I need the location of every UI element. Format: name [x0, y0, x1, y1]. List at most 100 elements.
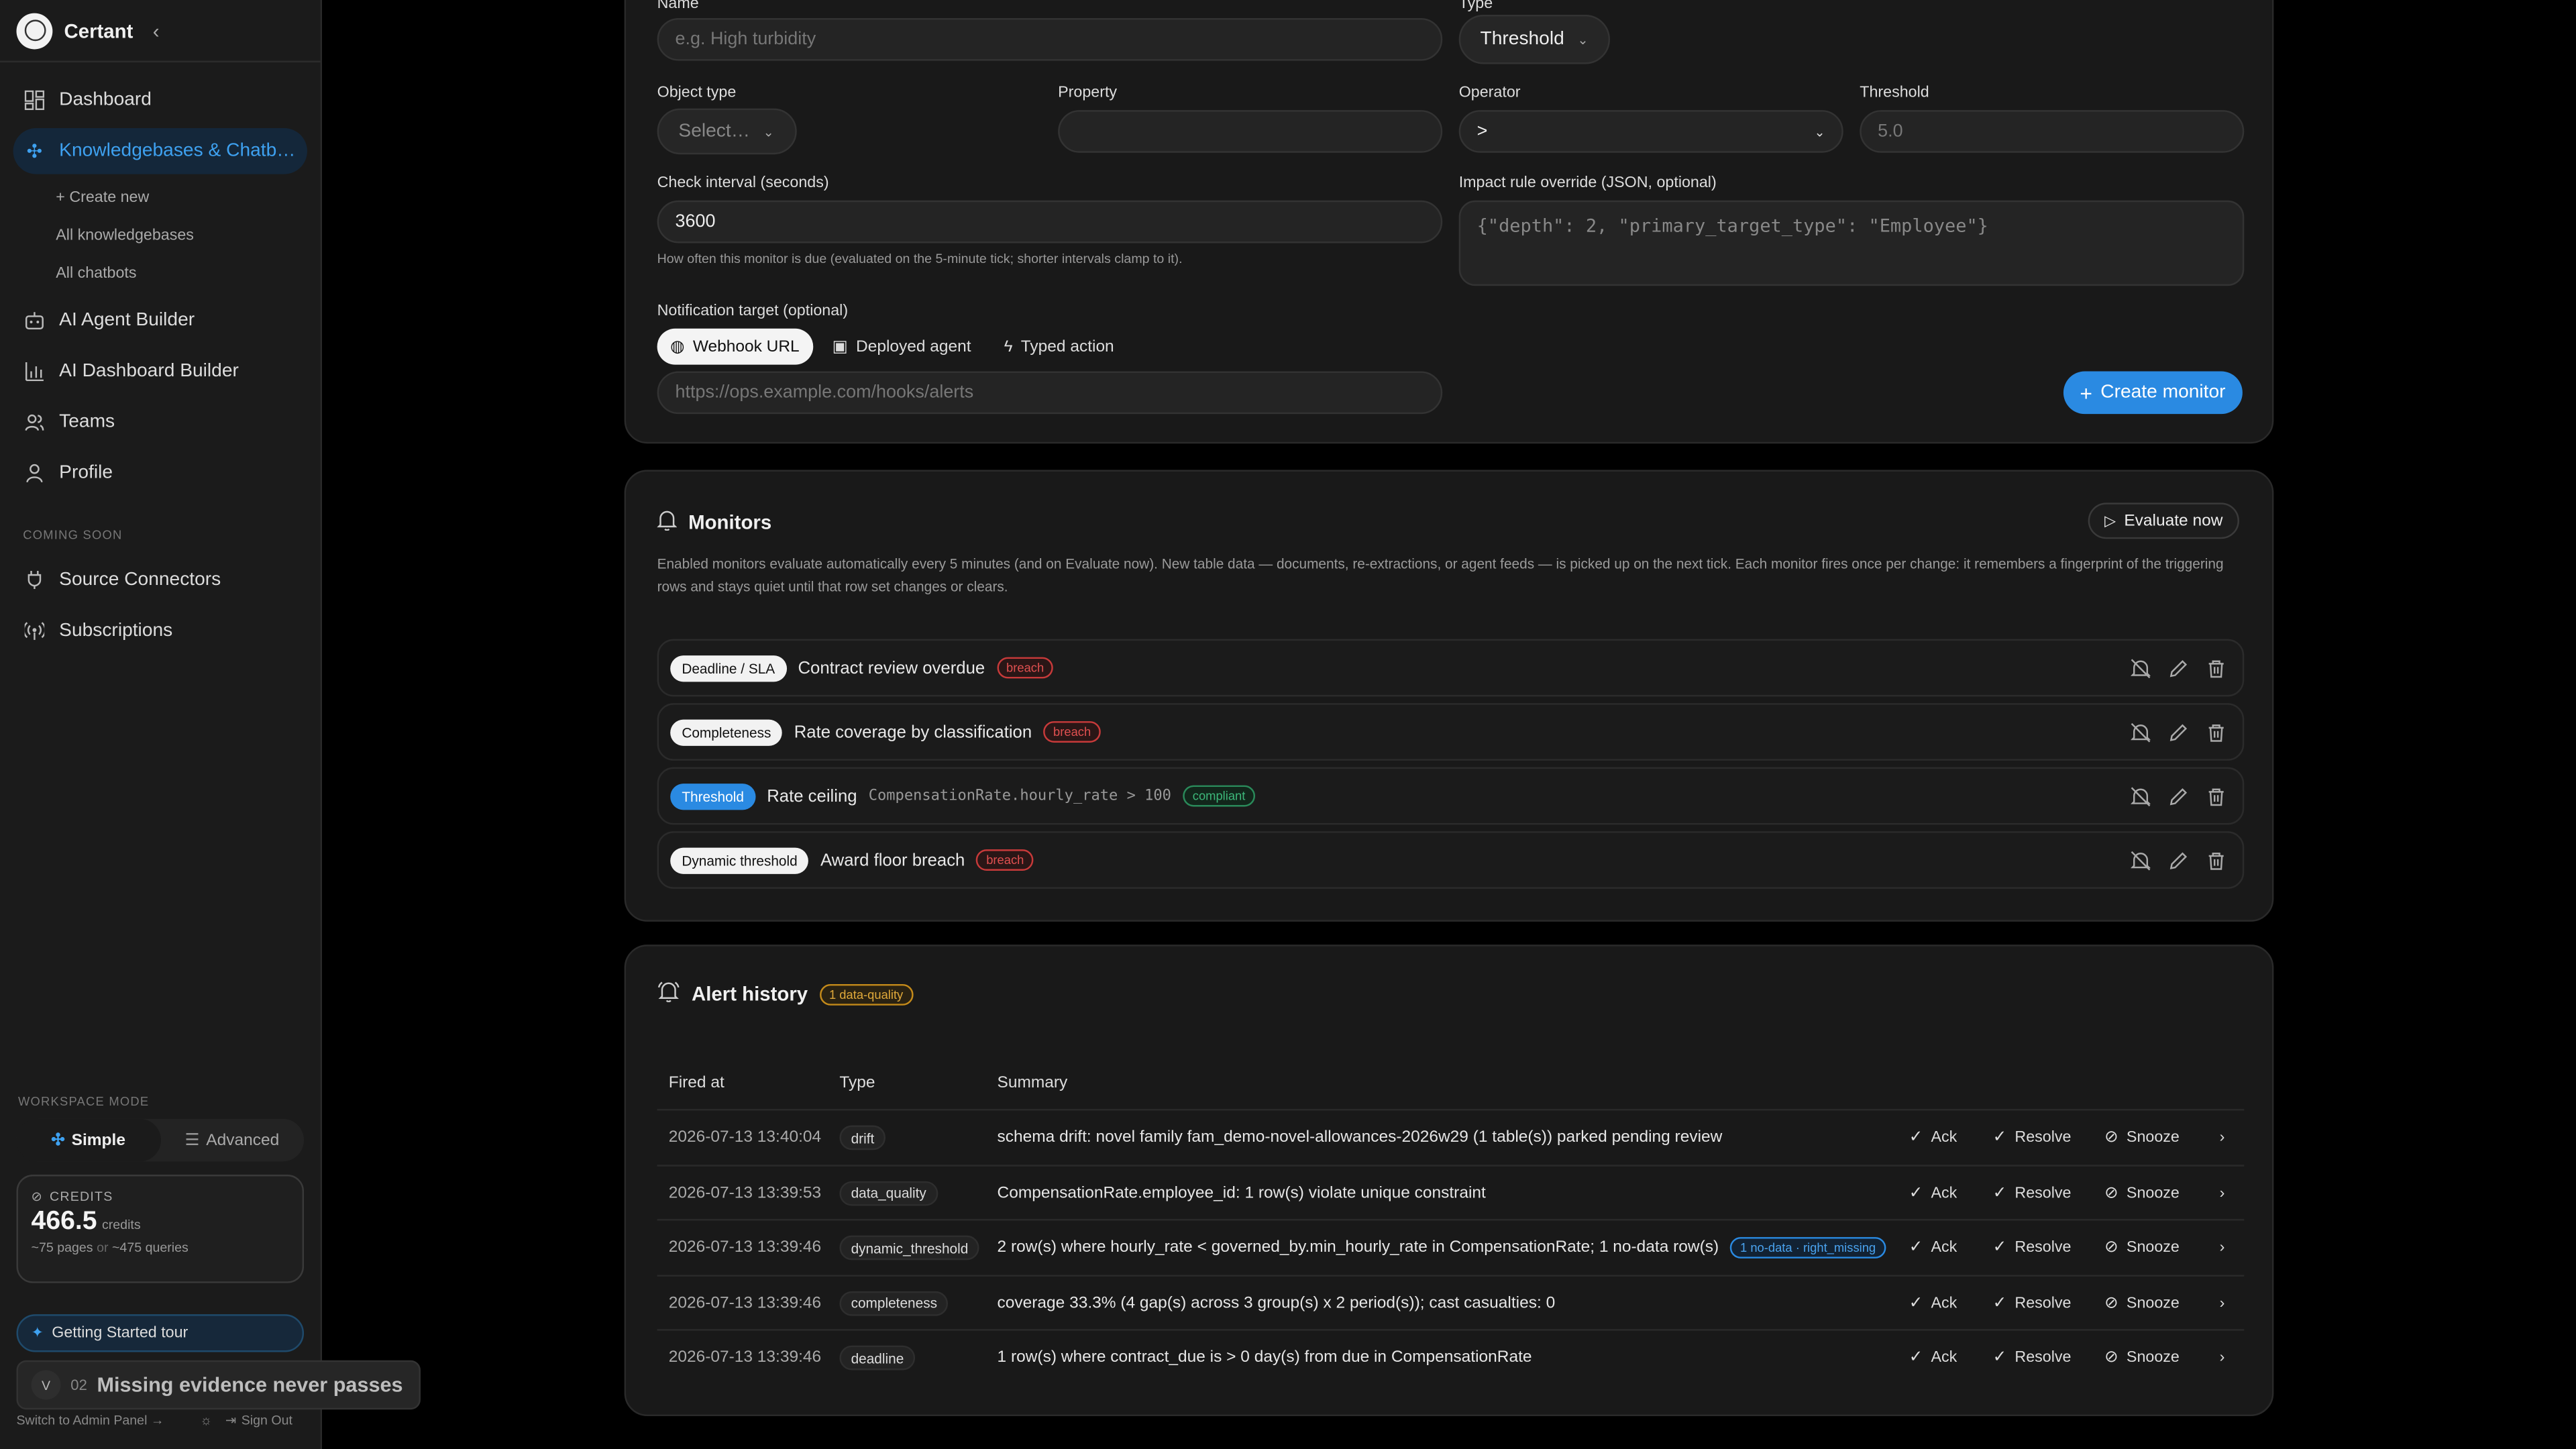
create-monitor-form: Name e.g. High turbidity Type Threshold ⌄… [624, 0, 2274, 444]
property-input[interactable] [1058, 110, 1443, 153]
alert-history-panel: Alert history 1 data-quality Fired at Ty… [624, 945, 2274, 1417]
sidebar-item-label: AI Agent Builder [59, 310, 195, 331]
snooze-button[interactable]: ⊘ Snooze [2104, 1111, 2180, 1165]
trash-icon[interactable] [2206, 722, 2226, 741]
credits-est-queries: ~475 queries [111, 1240, 189, 1256]
ack-button[interactable]: ✓ Ack [1909, 1166, 1957, 1220]
mute-bell-icon[interactable] [2131, 850, 2151, 870]
resolve-label: Resolve [2015, 1238, 2072, 1257]
monitor-type-tag: Deadline / SLA [670, 654, 787, 682]
snooze-clock-icon: ⊘ [2104, 1128, 2118, 1147]
expand-row-icon[interactable]: › [2220, 1111, 2225, 1165]
sidebar-subitem-create-new[interactable]: + Create new [0, 179, 321, 217]
ack-button[interactable]: ✓ Ack [1909, 1221, 1957, 1275]
alert-fired-at: 2026-07-13 13:39:46 [668, 1238, 822, 1257]
brand-logo-icon[interactable] [16, 12, 53, 49]
object-type-select[interactable]: Select… ⌄ [657, 108, 797, 155]
resolve-button[interactable]: ✓ Resolve [1993, 1221, 2072, 1275]
snooze-clock-icon: ⊘ [2104, 1348, 2118, 1367]
broadcast-icon [23, 619, 46, 642]
mode-simple-button[interactable]: ✣ Simple [16, 1118, 160, 1162]
edit-icon[interactable] [2169, 850, 2188, 869]
mute-bell-icon[interactable] [2131, 722, 2151, 742]
sidebar-item-subscriptions[interactable]: Subscriptions [13, 608, 307, 654]
threshold-input[interactable]: 5.0 [1860, 110, 2245, 153]
evaluate-now-label: Evaluate now [2124, 511, 2223, 530]
trash-icon[interactable] [2206, 658, 2226, 678]
type-select[interactable]: Threshold ⌄ [1458, 15, 1611, 64]
webhook-url-input[interactable]: https://ops.example.com/hooks/alerts [657, 371, 1443, 415]
credits-label-text: CREDITS [49, 1189, 113, 1205]
snooze-label: Snooze [2126, 1293, 2180, 1312]
create-monitor-button[interactable]: + Create monitor [2063, 371, 2243, 415]
name-input[interactable]: e.g. High turbidity [657, 17, 1443, 61]
notify-label: Notification target (optional) [657, 302, 849, 321]
alert-row[interactable]: 2026-07-13 13:39:46 dynamic_threshold 2 ro… [657, 1219, 2245, 1273]
monitor-row[interactable]: Deadline / SLA Contract review overdue b… [657, 639, 2245, 697]
operator-select[interactable]: > ⌄ [1458, 110, 1843, 153]
sidebar-item-ai-dashboard-builder[interactable]: AI Dashboard Builder [13, 348, 307, 394]
edit-icon[interactable] [2169, 722, 2188, 741]
no-data-badge: 1 no-data · right_missing [1730, 1237, 1886, 1258]
admin-panel-link[interactable]: Switch to Admin Panel → [16, 1413, 164, 1428]
resolve-button[interactable]: ✓ Resolve [1993, 1331, 2072, 1385]
impact-rule-textarea[interactable]: {"depth": 2, "primary_target_type": "Emp… [1458, 200, 2245, 286]
sidebar-item-source-connectors[interactable]: Source Connectors [13, 557, 307, 603]
interval-input[interactable]: 3600 [657, 200, 1443, 244]
sidebar-subitem-all-chatbots[interactable]: All chatbots [0, 255, 321, 292]
ack-label: Ack [1931, 1128, 1957, 1147]
check-double-icon: ✓ [1992, 1293, 2007, 1312]
ack-button[interactable]: ✓ Ack [1909, 1111, 1957, 1165]
plus-icon: + [2080, 380, 2093, 405]
trash-icon[interactable] [2206, 786, 2226, 806]
sidebar-item-profile[interactable]: Profile [13, 450, 307, 496]
monitor-row[interactable]: Completeness Rate coverage by classifica… [657, 703, 2245, 761]
credits-est-pages: ~75 pages [31, 1240, 93, 1256]
expand-row-icon[interactable]: › [2220, 1221, 2225, 1275]
edit-icon[interactable] [2169, 786, 2188, 806]
mute-bell-icon[interactable] [2131, 658, 2151, 678]
sidebar-item-teams[interactable]: Teams [13, 399, 307, 445]
sidebar-item-dashboard[interactable]: Dashboard [13, 77, 307, 123]
mute-bell-icon[interactable] [2131, 786, 2151, 806]
resolve-button[interactable]: ✓ Resolve [1993, 1276, 2072, 1330]
snooze-button[interactable]: ⊘ Snooze [2104, 1276, 2180, 1330]
alert-type-cell: data_quality [839, 1166, 938, 1220]
alert-row[interactable]: 2026-07-13 13:39:46 deadline 1 row(s) wher… [657, 1329, 2245, 1383]
alert-type-cell: drift [839, 1111, 886, 1165]
robot-icon: ▣ [832, 337, 848, 356]
expand-row-icon[interactable]: › [2220, 1276, 2225, 1330]
trash-icon[interactable] [2206, 850, 2226, 869]
expand-row-icon[interactable]: › [2220, 1331, 2225, 1385]
edit-icon[interactable] [2169, 658, 2188, 678]
alert-row[interactable]: 2026-07-13 13:40:04 drift schema drift: no… [657, 1109, 2245, 1163]
resolve-button[interactable]: ✓ Resolve [1993, 1166, 2072, 1220]
sidebar-subitem-all-knowledgebases[interactable]: All knowledgebases [0, 217, 321, 254]
alert-row[interactable]: 2026-07-13 13:39:53 data_quality Compensat… [657, 1164, 2245, 1218]
snooze-button[interactable]: ⊘ Snooze [2104, 1166, 2180, 1220]
toast-step-number: 02 [70, 1377, 87, 1393]
sidebar-item-ai-agent-builder[interactable]: AI Agent Builder [13, 297, 307, 343]
alert-row[interactable]: 2026-07-13 13:39:46 completeness coverage … [657, 1274, 2245, 1328]
expand-row-icon[interactable]: › [2220, 1166, 2225, 1220]
tab-deployed-agent[interactable]: ▣ Deployed agent [819, 329, 984, 365]
ack-button[interactable]: ✓ Ack [1909, 1276, 1957, 1330]
evaluate-now-button[interactable]: ▷ Evaluate now [2088, 502, 2239, 539]
avatar[interactable]: V [31, 1370, 61, 1400]
sidebar-nav: Dashboard ✣ Knowledgebases & Chatb… + Cr… [0, 62, 321, 654]
snooze-button[interactable]: ⊘ Snooze [2104, 1221, 2180, 1275]
sign-out-button[interactable]: ☼ ⇥ Sign Out [200, 1413, 292, 1428]
mode-advanced-button[interactable]: ☰ Advanced [160, 1119, 304, 1162]
ack-button[interactable]: ✓ Ack [1909, 1331, 1957, 1385]
sun-icon[interactable]: ☼ [200, 1413, 212, 1428]
snooze-button[interactable]: ⊘ Snooze [2104, 1331, 2180, 1385]
tab-typed-action[interactable]: ϟ Typed action [991, 329, 1127, 365]
monitor-row[interactable]: Dynamic threshold Award floor breach bre… [657, 831, 2245, 889]
resolve-button[interactable]: ✓ Resolve [1993, 1111, 2072, 1165]
monitor-row[interactable]: Threshold Rate ceiling CompensationRate.… [657, 767, 2245, 825]
tab-webhook-url[interactable]: ◍ Webhook URL [657, 328, 813, 365]
ack-label: Ack [1931, 1293, 1957, 1312]
sidebar-item-knowledgebases[interactable]: ✣ Knowledgebases & Chatb… [13, 128, 307, 174]
getting-started-tour-button[interactable]: ✦ Getting Started tour [16, 1314, 305, 1352]
collapse-sidebar-icon[interactable]: ‹ [153, 19, 160, 42]
